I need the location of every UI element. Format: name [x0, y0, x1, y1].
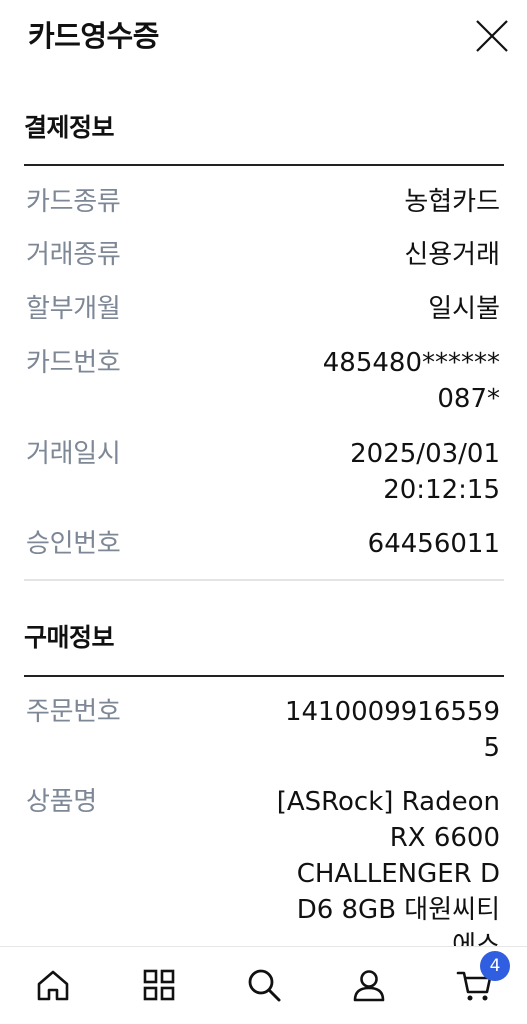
row-value: 64456011 [367, 529, 500, 559]
row-label: 상품명 [26, 787, 97, 817]
card-receipt-page: 카드영수증 결제정보 카드종류 농협카드 거래종류 신용거래 할부개월 일시불 … [0, 0, 527, 1024]
home-icon [37, 970, 69, 1001]
user-icon [353, 970, 385, 1002]
row-value: 신용거래 [404, 240, 500, 270]
section-separator [24, 579, 504, 581]
purchase-section-title: 구매정보 [24, 623, 115, 652]
row-value: 2025/03/01 20:12:15 [350, 439, 500, 505]
page-title: 카드영수증 [28, 19, 159, 53]
close-icon [476, 20, 508, 52]
row-value: [ASRock] Radeon RX 6600 CHALLENGER D D6 … [276, 787, 500, 961]
payment-divider [24, 164, 504, 166]
cart-count-badge: 4 [480, 951, 510, 981]
search-icon [248, 969, 281, 1002]
category-grid-icon [143, 969, 175, 1001]
row-value: 일시불 [428, 294, 500, 324]
close-button[interactable] [470, 14, 514, 58]
row-value: 농협카드 [404, 187, 500, 217]
nav-search[interactable] [244, 965, 284, 1005]
nav-my-account[interactable] [349, 965, 389, 1005]
bottom-nav [0, 946, 527, 1024]
payment-section-title: 결제정보 [24, 113, 115, 142]
nav-home[interactable] [33, 965, 73, 1005]
row-label: 거래일시 [26, 439, 121, 469]
nav-category[interactable] [139, 965, 179, 1005]
row-label: 카드번호 [26, 348, 121, 378]
row-value: 1410009916559 5 [284, 697, 500, 763]
row-label: 주문번호 [26, 697, 121, 727]
row-value: 485480****** 087* [322, 348, 500, 414]
row-label: 카드종류 [26, 187, 121, 217]
row-label: 승인번호 [26, 529, 121, 559]
purchase-divider [24, 675, 504, 677]
row-label: 할부개월 [26, 294, 121, 324]
header: 카드영수증 [0, 0, 527, 80]
row-label: 거래종류 [26, 240, 121, 270]
